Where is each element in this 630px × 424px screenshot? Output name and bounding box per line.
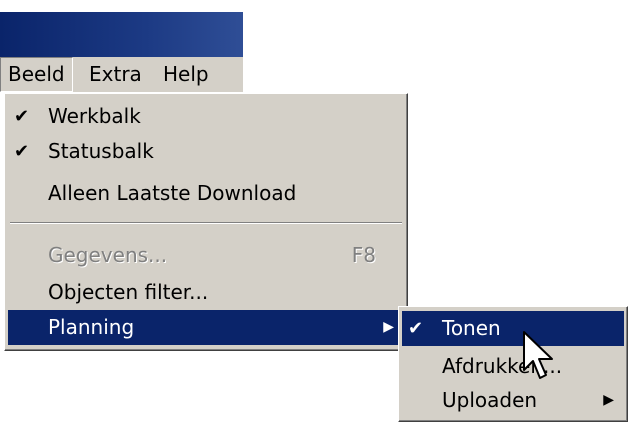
- menu-item-werkbalk[interactable]: ✔ Werkbalk: [8, 99, 404, 134]
- menu-item-label: Werkbalk: [48, 104, 141, 128]
- menu-item-label: Uploaden: [442, 388, 538, 412]
- checkmark-icon: ✔: [14, 141, 30, 162]
- menu-help[interactable]: Help: [156, 57, 216, 92]
- submenu-arrow-icon: ▶: [603, 392, 614, 408]
- beeld-dropdown-menu: ✔ Werkbalk ✔ Statusbalk Alleen Laatste D…: [4, 93, 408, 351]
- submenu-item-afdrukken[interactable]: Afdrukken...: [402, 349, 624, 384]
- menu-item-statusbalk[interactable]: ✔ Statusbalk: [8, 134, 404, 169]
- menu-item-label: Planning: [48, 315, 135, 339]
- menu-item-label: Objecten filter...: [48, 280, 209, 304]
- menu-item-label: Gegevens...: [48, 243, 168, 267]
- submenu-arrow-icon: ▶: [383, 319, 394, 335]
- menu-item-label: Alleen Laatste Download: [48, 181, 297, 205]
- menu-item-planning[interactable]: Planning ▶: [8, 310, 404, 345]
- menu-extra[interactable]: Extra: [82, 57, 149, 92]
- planning-submenu: ✔ Tonen Afdrukken... Uploaden ▶: [398, 306, 628, 422]
- menu-item-alleen-laatste-download[interactable]: Alleen Laatste Download: [8, 176, 404, 211]
- mouse-pointer-icon: [523, 331, 553, 379]
- checkmark-icon: ✔: [408, 318, 424, 339]
- menu-item-label: Tonen: [442, 316, 501, 340]
- menu-item-objecten-filter[interactable]: Objecten filter...: [8, 275, 404, 310]
- menu-beeld[interactable]: Beeld: [0, 57, 73, 92]
- submenu-item-tonen[interactable]: ✔ Tonen: [402, 311, 624, 346]
- menu-item-gegevens: Gegevens... F8: [8, 238, 404, 273]
- menu-separator: [10, 222, 402, 224]
- menu-item-label: Statusbalk: [48, 139, 154, 163]
- window-title-bar: [0, 12, 243, 57]
- shortcut-label: F8: [351, 243, 376, 267]
- checkmark-icon: ✔: [14, 106, 30, 127]
- submenu-item-uploaden[interactable]: Uploaden ▶: [402, 383, 624, 418]
- menu-bar: Beeld Extra Help: [0, 57, 243, 92]
